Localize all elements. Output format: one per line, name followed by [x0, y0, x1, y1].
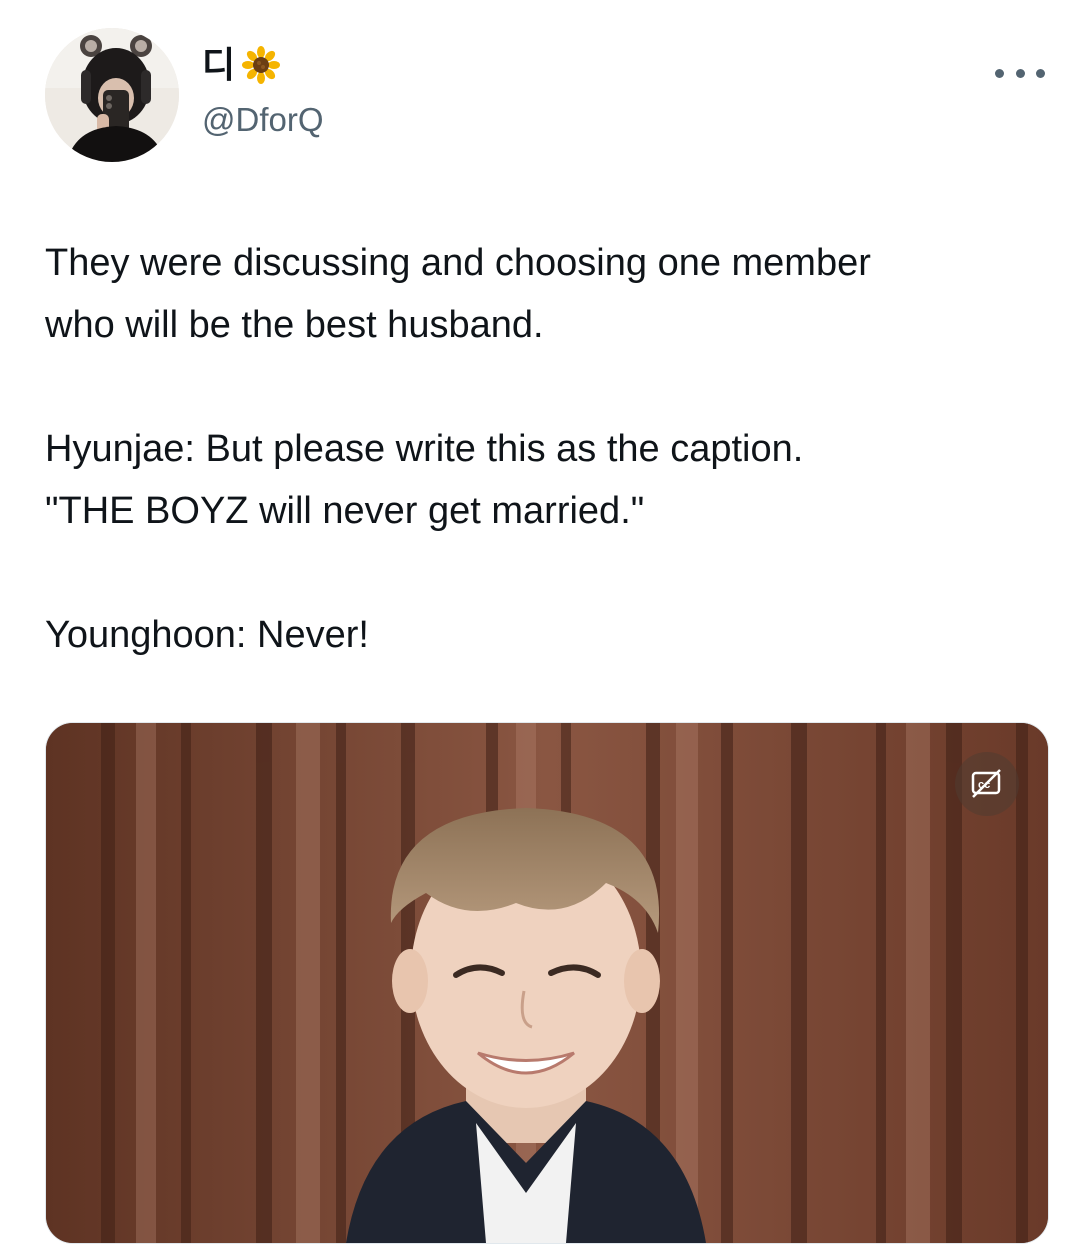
closed-captions-off-icon: cc: [971, 769, 1001, 798]
display-name[interactable]: 디: [202, 45, 235, 85]
video-player[interactable]: [45, 722, 1049, 1244]
closed-captions-button[interactable]: cc: [955, 752, 1019, 816]
author-name-row[interactable]: 디: [202, 45, 281, 85]
tweet-text-line: They were discussing and choosing one me…: [45, 242, 871, 284]
tweet-header: 디 @DforQ: [0, 0, 1075, 190]
avatar-image: [45, 28, 179, 162]
more-dot-icon: [1015, 68, 1025, 78]
tweet-text-line: Hyunjae: But please write this as the ca…: [45, 428, 804, 470]
video-frame: [46, 723, 1048, 1243]
tweet-text-line: who will be the best husband.: [45, 304, 544, 346]
tweet-text-line: "THE BOYZ will never get married.": [45, 490, 645, 532]
user-handle[interactable]: @DforQ: [202, 100, 324, 140]
tweet-text: They were discussing and choosing one me…: [45, 232, 1035, 666]
sunflower-icon: [241, 45, 281, 85]
more-dot-icon: [995, 68, 1004, 78]
more-dot-icon: [1036, 68, 1045, 78]
avatar[interactable]: [45, 28, 179, 162]
more-options-button[interactable]: [995, 60, 1045, 86]
tweet-text-line: Younghoon: Never!: [45, 614, 369, 656]
